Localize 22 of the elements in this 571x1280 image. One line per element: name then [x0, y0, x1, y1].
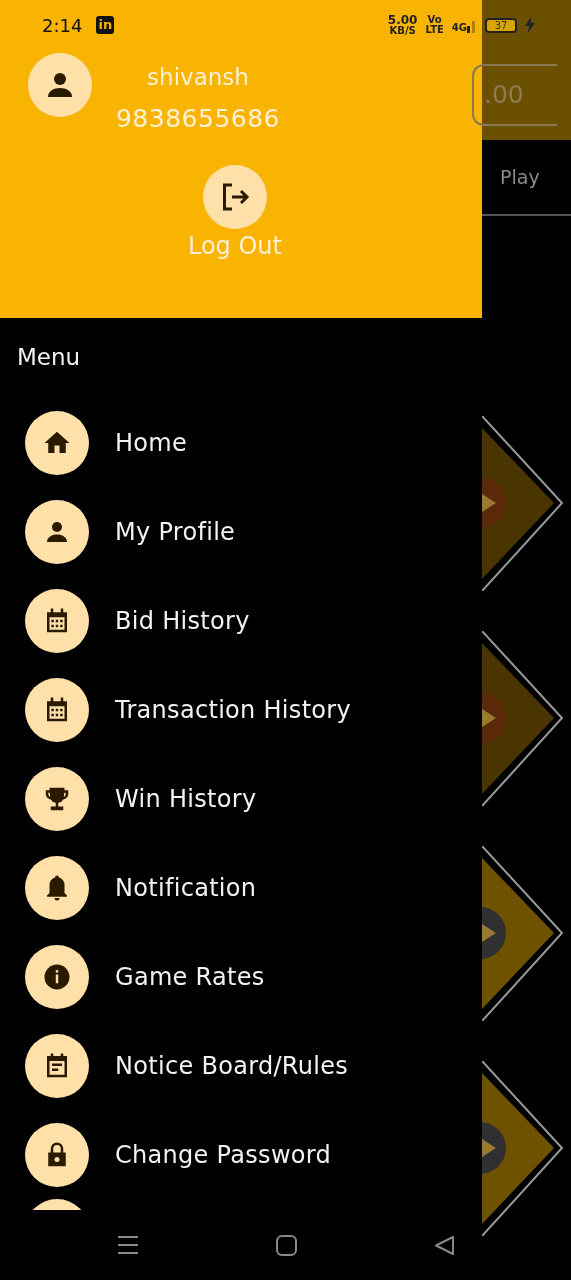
volte-indicator: Vo LTE: [425, 15, 444, 35]
user-name: shivansh: [147, 66, 249, 89]
menu-item[interactable]: My Profile: [0, 487, 482, 576]
signal-indicator: 4G: [451, 17, 477, 33]
tab-label[interactable]: Play: [500, 162, 540, 192]
menu-item[interactable]: Bid History: [0, 576, 482, 665]
menu-heading: Menu: [16, 343, 82, 372]
back-icon[interactable]: [433, 1234, 455, 1256]
home-button-icon[interactable]: [275, 1234, 297, 1256]
menu-item[interactable]: Transaction History: [0, 665, 482, 754]
menu-item[interactable]: Game Rates: [0, 932, 482, 1021]
menu-item[interactable]: Change Password: [0, 1110, 482, 1199]
charging-icon: [525, 17, 535, 33]
balance-field: .00: [472, 64, 557, 126]
menu-item[interactable]: Home: [0, 398, 482, 487]
clock: 2:14: [42, 13, 83, 38]
menu-item[interactable]: Win History: [0, 754, 482, 843]
phone-number: 9838655686: [115, 106, 281, 131]
speed-indicator: 5.00 KB/S: [387, 14, 418, 36]
menu-item[interactable]: Notice Board/Rules: [0, 1021, 482, 1110]
app-icon: in: [96, 16, 115, 34]
menu-item[interactable]: Notification: [0, 843, 482, 932]
